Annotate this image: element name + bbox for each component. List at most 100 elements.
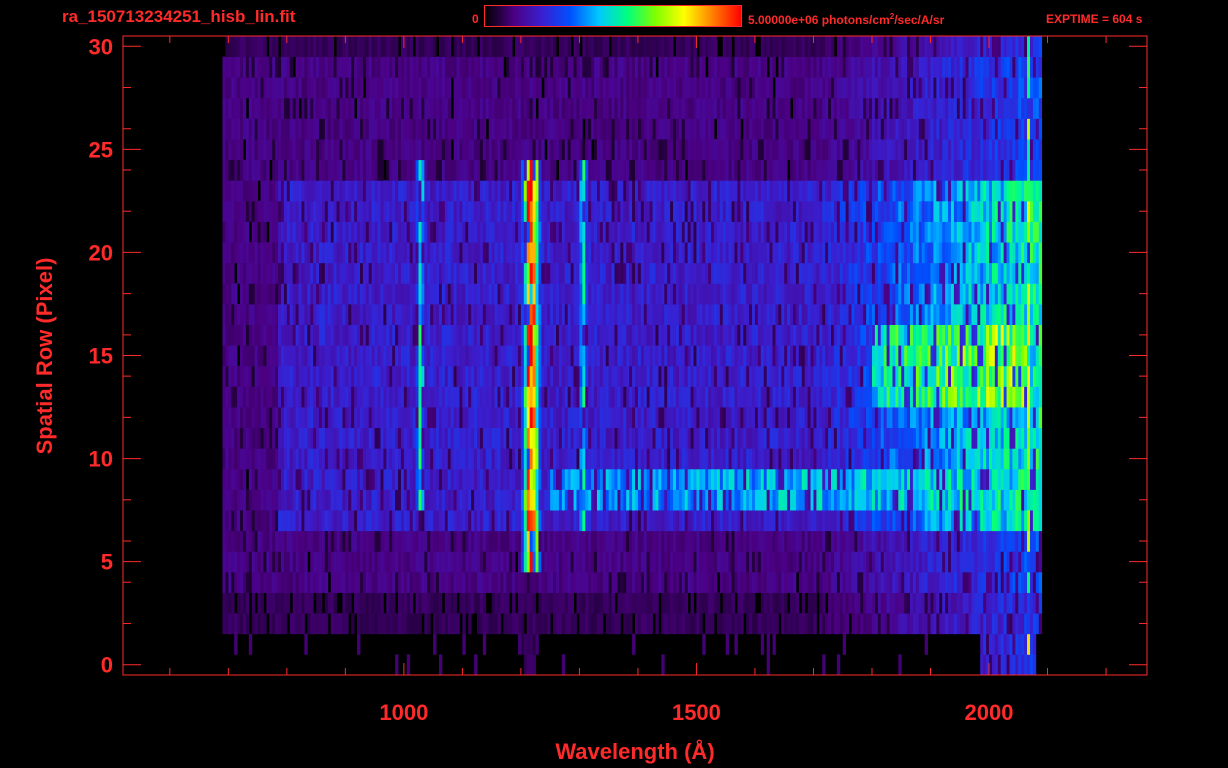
heatmap-cell bbox=[520, 489, 525, 511]
heatmap-cell bbox=[664, 448, 668, 470]
heatmap-cell bbox=[395, 448, 399, 470]
heatmap-cell bbox=[930, 489, 934, 511]
heatmap-cell bbox=[842, 489, 847, 511]
heatmap-cell bbox=[705, 345, 709, 367]
heatmap-cell bbox=[482, 427, 487, 449]
heatmap-cell bbox=[848, 427, 852, 449]
heatmap-cell bbox=[684, 510, 689, 532]
heatmap-cell bbox=[807, 303, 811, 325]
heatmap-cell bbox=[673, 386, 677, 408]
heatmap-cell bbox=[564, 345, 569, 367]
heatmap-cell bbox=[506, 489, 510, 511]
heatmap-cell bbox=[409, 345, 414, 367]
heatmap-cell bbox=[880, 468, 885, 490]
heatmap-cell bbox=[798, 510, 803, 532]
heatmap-cell bbox=[693, 530, 697, 552]
heatmap-cell bbox=[757, 262, 762, 284]
heatmap-cell bbox=[927, 386, 931, 408]
heatmap-cell bbox=[851, 448, 855, 470]
heatmap-cell bbox=[447, 551, 452, 573]
heatmap-cell bbox=[436, 386, 440, 408]
heatmap-cell bbox=[912, 551, 917, 573]
heatmap-cell bbox=[740, 551, 744, 573]
heatmap-cell bbox=[298, 468, 302, 490]
heatmap-cell bbox=[1000, 427, 1005, 449]
heatmap-cell bbox=[283, 262, 288, 284]
heatmap-cell bbox=[854, 613, 858, 635]
heatmap-cell bbox=[512, 530, 516, 552]
heatmap-cell bbox=[924, 345, 928, 367]
heatmap-cell bbox=[866, 489, 870, 511]
heatmap-cell bbox=[427, 489, 431, 511]
heatmap-cell bbox=[357, 427, 361, 449]
heatmap-cell bbox=[804, 324, 809, 346]
heatmap-cell bbox=[933, 571, 937, 593]
heatmap-cell bbox=[722, 468, 727, 490]
heatmap-cell bbox=[693, 345, 697, 367]
heatmap-cell bbox=[1009, 468, 1013, 490]
heatmap-cell bbox=[801, 613, 806, 635]
heatmap-cell bbox=[737, 407, 741, 429]
heatmap-cell bbox=[883, 592, 888, 614]
heatmap-cell bbox=[1012, 407, 1016, 429]
heatmap-cell bbox=[1024, 633, 1028, 655]
heatmap-cell bbox=[737, 613, 741, 635]
heatmap-cell bbox=[310, 448, 314, 470]
heatmap-cell bbox=[1009, 633, 1013, 655]
heatmap-cell bbox=[351, 489, 355, 511]
heatmap-cell bbox=[491, 551, 495, 573]
heatmap-cell bbox=[286, 407, 291, 429]
heatmap-cell bbox=[684, 283, 689, 305]
heatmap-cell bbox=[371, 551, 376, 573]
heatmap-cell bbox=[304, 365, 308, 387]
heatmap-cell bbox=[871, 468, 876, 490]
heatmap-cell bbox=[740, 324, 744, 346]
heatmap-cell bbox=[702, 530, 706, 552]
heatmap-cell bbox=[365, 427, 370, 449]
heatmap-cell bbox=[889, 592, 893, 614]
heatmap-cell bbox=[655, 407, 659, 429]
heatmap-cell bbox=[866, 613, 870, 635]
heatmap-cell bbox=[997, 633, 1002, 655]
heatmap-cell bbox=[304, 324, 308, 346]
heatmap-cell bbox=[678, 324, 683, 346]
heatmap-cell bbox=[968, 427, 972, 449]
heatmap-cell bbox=[310, 551, 314, 573]
heatmap-cell bbox=[307, 468, 311, 490]
heatmap-cell bbox=[775, 571, 779, 593]
heatmap-cell bbox=[752, 324, 756, 346]
heatmap-cell bbox=[602, 571, 607, 593]
heatmap-cell bbox=[348, 571, 352, 593]
heatmap-cell bbox=[240, 427, 244, 449]
heatmap-cell bbox=[965, 592, 969, 614]
heatmap-cell bbox=[324, 613, 329, 635]
heatmap-cell bbox=[831, 345, 835, 367]
heatmap-cell bbox=[950, 592, 955, 614]
heatmap-cell bbox=[242, 345, 247, 367]
heatmap-cell bbox=[406, 427, 411, 449]
heatmap-cell bbox=[441, 262, 446, 284]
heatmap-cell bbox=[301, 510, 305, 532]
heatmap-cell bbox=[222, 592, 226, 614]
heatmap-cell bbox=[687, 303, 691, 325]
heatmap-cell bbox=[354, 303, 358, 325]
heatmap-cell bbox=[910, 407, 914, 429]
heatmap-cell bbox=[324, 551, 329, 573]
heatmap-cell bbox=[1018, 448, 1022, 470]
heatmap-cell bbox=[500, 365, 504, 387]
heatmap-cell bbox=[740, 283, 744, 305]
heatmap-cell bbox=[380, 448, 384, 470]
heatmap-cell bbox=[547, 386, 551, 408]
heatmap-cell bbox=[456, 283, 460, 305]
heatmap-cell bbox=[828, 510, 832, 532]
heatmap-cell bbox=[740, 448, 744, 470]
heatmap-cell bbox=[711, 510, 715, 532]
heatmap-cell bbox=[646, 324, 651, 346]
heatmap-cell bbox=[927, 592, 931, 614]
heatmap-cell bbox=[816, 571, 820, 593]
heatmap-cell bbox=[283, 510, 288, 532]
heatmap-cell bbox=[702, 571, 706, 593]
heatmap-cell bbox=[406, 489, 411, 511]
heatmap-cell bbox=[479, 613, 484, 635]
heatmap-cell bbox=[635, 448, 639, 470]
